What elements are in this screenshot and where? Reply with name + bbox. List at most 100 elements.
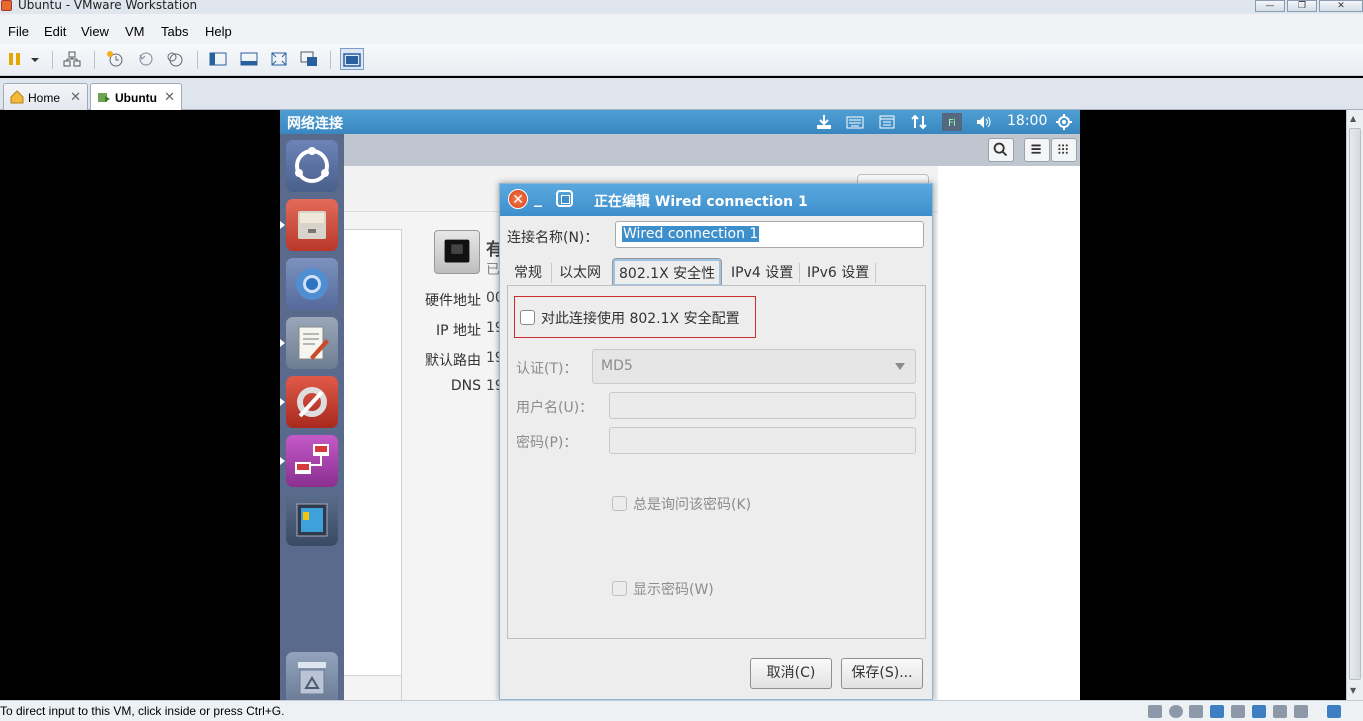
auth-method-select[interactable]: MD5 [592, 349, 916, 384]
menu-help[interactable]: Help [205, 24, 232, 39]
menu-view[interactable]: View [81, 24, 109, 39]
show-password-label: 显示密码(W) [633, 582, 714, 598]
always-ask-label: 总是询问该密码(K) [633, 497, 752, 513]
cancel-button[interactable]: 取消(C) [750, 658, 832, 689]
floppy-icon[interactable] [1189, 705, 1203, 718]
launcher-system-settings-icon[interactable] [286, 376, 338, 428]
dialog-minimize-icon[interactable]: _ [534, 190, 548, 206]
show-password-checkbox[interactable] [612, 581, 627, 596]
hard-disk-icon[interactable] [1148, 705, 1162, 718]
menu-bar: File Edit View VM Tabs Help [0, 14, 1363, 48]
device-list-toolbar [344, 675, 402, 700]
calendar-icon[interactable] [877, 113, 897, 131]
network-arrows-icon[interactable] [909, 113, 929, 131]
usb-icon[interactable] [1252, 705, 1266, 718]
cd-dvd-icon[interactable] [1169, 705, 1183, 718]
vmware-app-icon [1, 0, 12, 11]
sound-card-icon[interactable] [1273, 705, 1287, 718]
scroll-down-icon[interactable]: ▼ [1350, 686, 1356, 695]
launcher-trash-icon[interactable] [286, 652, 338, 700]
volume-icon[interactable] [974, 113, 994, 131]
restore-button[interactable]: ❐ [1287, 0, 1317, 12]
tab-general[interactable]: 常规 [514, 258, 542, 286]
launcher-text-editor-icon[interactable] [286, 317, 338, 369]
connection-name-input[interactable]: Wired connection 1 [615, 221, 924, 248]
tab-ipv6-settings[interactable]: IPv6 设置 [807, 258, 869, 286]
fullscreen-icon[interactable] [270, 50, 288, 68]
close-window-button[interactable]: ✕ [1319, 0, 1363, 12]
launcher-network-connections-icon[interactable] [286, 435, 338, 487]
pause-icon[interactable] [6, 50, 24, 68]
dialog-tabs: 常规 以太网 802.1X 安全性 IPv4 设置 IPv6 设置 [507, 258, 926, 286]
unity-icon[interactable] [300, 50, 318, 68]
dns-label: DNS [450, 378, 481, 394]
tab-ubuntu[interactable]: Ubuntu ✕ [90, 83, 182, 111]
snapshot-manager-icon[interactable] [166, 50, 184, 68]
device-status: 已 [486, 262, 500, 278]
ubuntu-top-panel: 网络连接 Fi 18:00 [280, 110, 1080, 134]
keyboard-icon[interactable] [845, 113, 865, 131]
dialog-maximize-icon[interactable] [556, 190, 573, 207]
network-adapter-icon[interactable] [1210, 705, 1224, 718]
home-icon [10, 90, 24, 104]
message-log-icon[interactable] [1327, 705, 1341, 718]
grid-view-icon[interactable] [1051, 138, 1077, 162]
snapshot-icon[interactable] [106, 50, 124, 68]
launcher-workspace-icon[interactable] [286, 494, 338, 546]
list-view-icon[interactable] [1024, 138, 1050, 162]
use-8021x-checkbox[interactable] [520, 310, 535, 325]
search-icon[interactable] [988, 138, 1014, 162]
username-label: 用户名(U)： [516, 400, 594, 416]
connection-name-value: Wired connection 1 [622, 226, 760, 242]
window-titlebar: Ubuntu - VMware Workstation — ❐ ✕ [0, 0, 1363, 14]
launcher-dash-icon[interactable] [286, 140, 338, 192]
scrollbar-thumb[interactable] [1349, 128, 1361, 680]
username-field[interactable] [609, 392, 916, 419]
dialog-close-icon[interactable]: ✕ [508, 189, 528, 209]
ubuntu-desktop[interactable]: 网络连接 Fi 18:00 有 已 硬件地址 00 IP 地址 19 默认路由 … [280, 110, 1080, 700]
download-icon[interactable] [814, 113, 834, 131]
menu-tabs[interactable]: Tabs [161, 24, 188, 39]
dropdown-icon[interactable] [26, 50, 39, 68]
tab-ipv4-settings[interactable]: IPv4 设置 [731, 258, 793, 286]
password-label: 密码(P)： [516, 435, 578, 451]
minimize-button[interactable]: — [1255, 0, 1285, 12]
printer-icon[interactable] [1231, 705, 1245, 718]
password-field[interactable] [609, 427, 916, 454]
scroll-up-icon[interactable]: ▲ [1350, 114, 1356, 123]
use-8021x-label[interactable]: 对此连接使用 802.1X 安全配置 [541, 308, 740, 328]
always-ask-checkbox[interactable] [612, 496, 627, 511]
network-icon[interactable] [63, 50, 81, 68]
dialog-titlebar[interactable]: ✕ _ 正在编辑 Wired connection 1 [500, 184, 932, 216]
window-title: Ubuntu - VMware Workstation [18, 0, 198, 12]
dialog-title: 正在编辑 Wired connection 1 [594, 194, 808, 210]
tab-home-label: Home [28, 91, 61, 105]
console-view-icon[interactable] [340, 48, 364, 70]
auth-label: 认证(T)： [516, 361, 578, 377]
tab-home[interactable]: Home ✕ [3, 83, 88, 110]
save-button[interactable]: 保存(S)... [841, 658, 923, 689]
background-app-header [938, 134, 1080, 166]
menu-edit[interactable]: Edit [44, 24, 66, 39]
revert-icon[interactable] [137, 50, 155, 68]
tab-8021x-security[interactable]: 802.1X 安全性 [612, 258, 723, 286]
tab-ubuntu-label: Ubuntu [115, 91, 157, 105]
network-device-list[interactable] [344, 229, 402, 685]
menu-file[interactable]: File [8, 24, 29, 39]
toolbar [0, 44, 1363, 76]
input-method-icon[interactable]: Fi [942, 113, 962, 131]
tab-home-close-icon[interactable]: ✕ [70, 89, 81, 105]
tab-ethernet[interactable]: 以太网 [559, 258, 601, 286]
clock[interactable]: 18:00 [1007, 113, 1047, 129]
launcher-chromium-icon[interactable] [286, 258, 338, 310]
menu-vm[interactable]: VM [125, 24, 145, 39]
vm-icon [97, 90, 111, 104]
thumbnail-icon[interactable] [240, 50, 258, 68]
launcher-files-icon[interactable] [286, 199, 338, 251]
vm-vertical-scrollbar[interactable]: ▲ ▼ [1346, 110, 1363, 700]
sidebar-icon[interactable] [209, 50, 227, 68]
display-icon[interactable] [1294, 705, 1308, 718]
hardware-address-label: 硬件地址 [425, 293, 481, 309]
settings-gear-icon[interactable] [1054, 113, 1074, 131]
tab-ubuntu-close-icon[interactable]: ✕ [164, 89, 175, 105]
